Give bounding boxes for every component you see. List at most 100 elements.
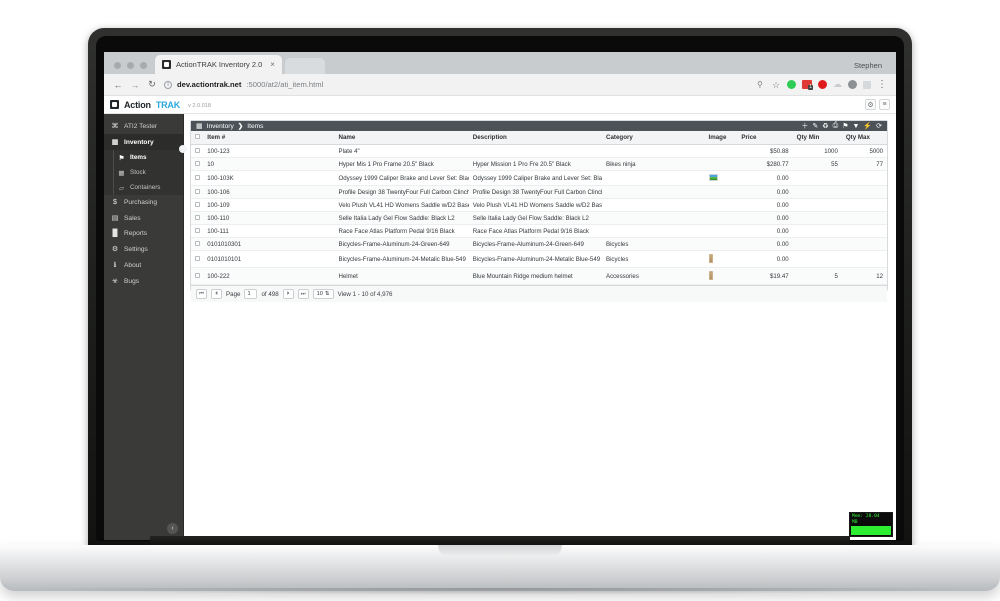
search-icon[interactable]: ⚲ [757,80,766,89]
sidebar-resize-handle[interactable] [179,145,187,153]
column-header-price[interactable]: Price [737,131,793,145]
delete-record-button[interactable]: ♻ [822,122,828,130]
row-checkbox[interactable] [195,240,200,246]
column-header-qty-min[interactable]: Qty Min [792,131,842,145]
column-header-item[interactable]: Item # [203,131,335,145]
item-thumbnail-icon[interactable] [708,253,713,263]
browser-profile-name[interactable]: Stephen [854,61,882,70]
cloud-extension-icon[interactable]: ☁ [833,79,842,90]
browser-tab[interactable]: ActionTRAK Inventory 2.0 × [155,55,282,74]
bookmark-star-icon[interactable]: ☆ [772,80,781,90]
sidebar-item-items[interactable]: ⚑ Items [104,150,183,165]
new-tab-button[interactable] [284,58,325,74]
row-select-cell[interactable] [191,237,204,251]
column-header-image[interactable]: Image [704,131,738,145]
tag-button[interactable]: ⚑ [842,122,848,130]
reload-icon[interactable]: ↻ [147,79,157,90]
row-checkbox[interactable] [195,188,200,194]
table-row[interactable]: 10 Hyper Mis 1 Pro Frame 20.5" Black Hyper… [191,157,887,171]
address-bar[interactable]: i dev.actiontrak.net:5000/at2/ati_item.h… [164,80,750,89]
sidebar-item-purchasing[interactable]: $ Purchasing [104,195,183,210]
site-info-icon[interactable]: i [164,80,172,89]
sidebar-item-ati2-tester[interactable]: ⌘ ATI2 Tester [104,118,183,134]
row-select-cell[interactable] [191,185,204,199]
page-size-select[interactable]: 10 ⇅ [312,289,334,299]
tab-close-icon[interactable]: × [270,60,275,69]
forward-icon[interactable]: → [130,80,140,90]
sidebar-item-inventory[interactable]: ▦ Inventory [104,134,183,150]
row-checkbox[interactable] [195,160,200,166]
chrome-menu-icon[interactable]: ⋮ [877,79,887,89]
row-checkbox[interactable] [195,147,200,153]
select-all-header[interactable] [191,131,204,145]
row-select-cell[interactable] [191,198,204,212]
square-extension-icon[interactable] [863,80,871,89]
table-row[interactable]: 0101010101 Bicycles-Frame-Aluminum-24-Met… [191,250,887,268]
back-icon[interactable]: ← [113,80,123,90]
table-row[interactable]: 100-106 Profile Design 38 TwentyFour Full… [191,185,887,199]
sidebar-item-containers[interactable]: ▱ Containers [104,180,183,195]
item-thumbnail-icon[interactable] [708,173,718,181]
sidebar-collapse-button[interactable]: ‹ [167,523,178,534]
table-row[interactable]: 100-109 Velo Plush VL41 HD Womens Saddle … [191,198,887,212]
edit-record-button[interactable]: ✎ [812,122,818,130]
sidebar-item-sales[interactable]: ▤ Sales [104,210,183,226]
print-button[interactable]: ⎙ [833,122,839,130]
table-row[interactable]: 100-103K Odyssey 1999 Caliper Brake and L… [191,170,887,186]
column-header-category[interactable]: Category [602,131,705,145]
row-select-cell[interactable] [191,211,204,225]
row-select-cell[interactable] [191,170,204,186]
row-checkbox[interactable] [195,214,200,220]
next-page-button[interactable]: ⏵ [282,289,294,299]
table-row[interactable]: 100-222 Helmet Blue Mountain Ridge medium … [191,267,887,285]
row-select-cell[interactable] [191,250,204,268]
sidebar-item-about[interactable]: ℹ About [104,257,183,273]
green-dot-extension-icon[interactable] [787,80,796,89]
add-record-button[interactable]: ＋ [801,121,808,131]
sidebar-item-stock[interactable]: ▦ Stock [104,165,183,180]
page-number-input[interactable]: 1 [244,289,258,299]
list-view-button[interactable]: ≡ [879,99,890,110]
table-row[interactable]: 100-110 Selle Italia Lady Gel Flow Saddle… [191,211,887,225]
grey-circle-extension-icon[interactable] [848,80,857,89]
quick-action-button[interactable]: ⚡ [863,122,872,130]
cell-price: 0.00 [737,211,793,225]
red-badge-extension-icon[interactable] [802,80,813,90]
settings-gear-button[interactable]: ⚙ [865,99,876,110]
row-checkbox[interactable] [195,255,200,261]
last-page-button[interactable]: ⏭ [297,289,309,299]
window-controls[interactable] [112,62,155,74]
row-select-cell[interactable] [191,267,204,285]
select-all-checkbox[interactable] [195,134,200,139]
sidebar-item-label: About [124,261,142,269]
cell-description: Odyssey 1999 Caliper Brake and Lever Set… [468,170,603,186]
cell-item-number: 100-222 [203,267,335,285]
cell-image [704,250,738,268]
sidebar-item-bugs[interactable]: ☣ Bugs [104,273,183,289]
first-page-button[interactable]: ⏮ [196,289,207,299]
row-checkbox[interactable] [195,272,200,278]
url-host: dev.actiontrak.net [177,80,242,89]
table-row[interactable]: 100-123 Plate 4" $50.88 1000 5000 [191,144,887,158]
row-checkbox[interactable] [195,227,200,233]
column-header-description[interactable]: Description [468,131,603,145]
filter-button[interactable]: ▼ [852,123,859,130]
table-row[interactable]: 0101010301 Bicycles-Frame-Aluminum-24-Gre… [191,237,887,251]
cell-qty-max: 12 [841,267,887,285]
item-thumbnail-icon[interactable] [708,270,713,280]
column-header-qty-max[interactable]: Qty Max [841,131,887,145]
row-select-cell[interactable] [191,157,204,171]
sidebar-item-settings[interactable]: ⚙ Settings [104,241,183,257]
breadcrumb-root[interactable]: Inventory [207,123,234,130]
column-header-name[interactable]: Name [334,131,469,145]
row-checkbox[interactable] [195,201,200,207]
cell-qty-max [841,198,887,212]
row-select-cell[interactable] [191,224,204,238]
row-checkbox[interactable] [195,174,200,180]
sidebar-item-reports[interactable]: █ Reports [104,226,183,241]
refresh-button[interactable]: ⟳ [876,122,882,130]
row-select-cell[interactable] [191,144,204,158]
table-row[interactable]: 100-111 Race Face Atlas Platform Pedal 9/… [191,224,887,238]
prev-page-button[interactable]: ⏴ [211,289,222,299]
adblock-extension-icon[interactable] [818,80,827,89]
